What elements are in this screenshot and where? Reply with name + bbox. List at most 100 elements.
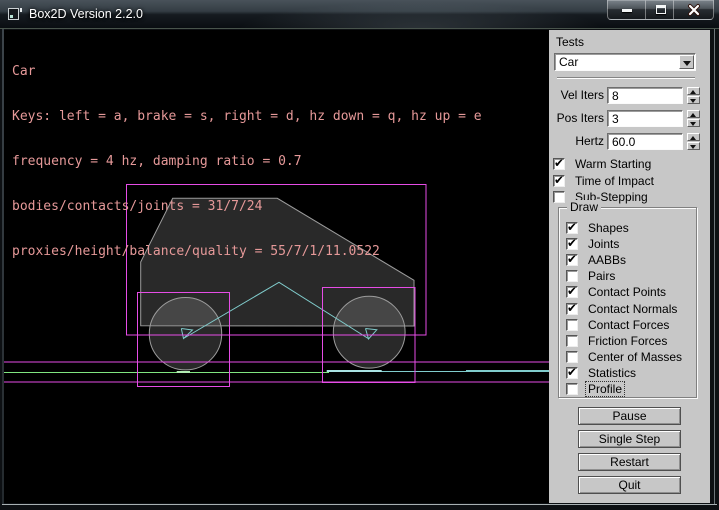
arrow-up-icon bbox=[690, 90, 696, 94]
draw-group: Draw Shapes Joints AABBs Pairs Contact P… bbox=[558, 207, 697, 398]
checkbox-label: Contact Forces bbox=[586, 318, 671, 332]
spinner-down-button[interactable] bbox=[687, 119, 700, 127]
vel-iters-label: Vel Iters bbox=[549, 88, 604, 102]
checkbox-label: Contact Points bbox=[586, 285, 668, 299]
checkbox-time-of-impact[interactable]: Time of Impact bbox=[553, 174, 656, 188]
checkbox-icon[interactable] bbox=[566, 383, 578, 395]
checkbox-center-of-masses[interactable]: Center of Masses bbox=[566, 349, 694, 365]
checkbox-joints[interactable]: Joints bbox=[566, 236, 694, 252]
hud-keys: Keys: left = a, brake = s, right = d, hz… bbox=[12, 109, 482, 124]
maximize-button[interactable] bbox=[645, 0, 674, 20]
checkbox-label: Shapes bbox=[586, 221, 631, 235]
checkbox-icon[interactable] bbox=[566, 254, 578, 266]
checkbox-label: Contact Normals bbox=[586, 302, 679, 316]
close-icon bbox=[687, 3, 701, 17]
checkbox-icon[interactable] bbox=[566, 238, 578, 250]
checkbox-statistics[interactable]: Statistics bbox=[566, 365, 694, 381]
simulation-canvas[interactable]: Car Keys: left = a, brake = s, right = d… bbox=[4, 30, 549, 503]
pos-iters-spinner bbox=[687, 110, 700, 127]
quit-button[interactable]: Quit bbox=[578, 476, 681, 494]
window-title: Box2D Version 2.2.0 bbox=[29, 0, 143, 29]
checkbox-contact-forces[interactable]: Contact Forces bbox=[566, 317, 694, 333]
checkbox-label: Friction Forces bbox=[586, 334, 669, 348]
control-panel: Tests Car Vel Iters 8 Pos Iters 3 Hertz … bbox=[549, 30, 710, 503]
arrow-down-icon bbox=[690, 99, 696, 103]
checkbox-icon[interactable] bbox=[553, 158, 565, 170]
hud-body-stats: bodies/contacts/joints = 31/7/24 bbox=[12, 199, 482, 214]
arrow-down-icon bbox=[690, 122, 696, 126]
checkbox-icon[interactable] bbox=[566, 351, 578, 363]
vel-iters-field[interactable]: 8 bbox=[607, 87, 683, 104]
pause-button[interactable]: Pause bbox=[578, 407, 681, 425]
single-step-button[interactable]: Single Step bbox=[578, 430, 681, 448]
hud-test-name: Car bbox=[12, 64, 482, 79]
arrow-up-icon bbox=[690, 136, 696, 140]
checkbox-icon[interactable] bbox=[566, 335, 578, 347]
spinner-up-button[interactable] bbox=[687, 87, 700, 95]
rear-wheel bbox=[149, 298, 221, 370]
front-wheel bbox=[333, 296, 405, 368]
maximize-icon bbox=[656, 5, 666, 14]
minimize-icon bbox=[622, 9, 632, 12]
vel-iters-value: 8 bbox=[612, 89, 619, 103]
checkbox-label: AABBs bbox=[586, 253, 628, 267]
checkbox-label: Time of Impact bbox=[573, 174, 656, 188]
arrow-down-icon bbox=[690, 145, 696, 149]
hertz-field[interactable]: 60.0 bbox=[607, 133, 683, 150]
checkbox-label: Joints bbox=[586, 237, 621, 251]
app-icon bbox=[8, 6, 24, 22]
hertz-spinner bbox=[687, 133, 700, 150]
hud-frequency: frequency = 4 hz, damping ratio = 0.7 bbox=[12, 154, 482, 169]
checkbox-icon[interactable] bbox=[553, 191, 565, 203]
hud-proxy-stats: proxies/height/balance/quality = 55/7/1/… bbox=[12, 244, 482, 259]
chevron-down-icon bbox=[683, 61, 691, 66]
checkbox-profile[interactable]: Profile bbox=[566, 381, 694, 397]
app-window: Box2D Version 2.2.0 bbox=[0, 0, 719, 510]
checkbox-icon[interactable] bbox=[566, 270, 578, 282]
checkbox-icon[interactable] bbox=[566, 319, 578, 331]
close-button[interactable] bbox=[674, 0, 714, 20]
spinner-down-button[interactable] bbox=[687, 96, 700, 104]
spinner-up-button[interactable] bbox=[687, 110, 700, 118]
draw-group-title: Draw bbox=[567, 200, 601, 214]
pos-iters-value: 3 bbox=[612, 112, 619, 126]
spinner-down-button[interactable] bbox=[687, 142, 700, 150]
minimize-button[interactable] bbox=[607, 0, 645, 20]
checkbox-shapes[interactable]: Shapes bbox=[566, 220, 694, 236]
checkbox-warm-starting[interactable]: Warm Starting bbox=[553, 157, 653, 171]
checkbox-icon[interactable] bbox=[566, 367, 578, 379]
app-icon-frame bbox=[8, 8, 19, 20]
checkbox-contact-normals[interactable]: Contact Normals bbox=[566, 300, 694, 316]
checkbox-contact-points[interactable]: Contact Points bbox=[566, 284, 694, 300]
draw-options: Shapes Joints AABBs Pairs Contact Points… bbox=[566, 220, 694, 397]
tests-dropdown[interactable]: Car bbox=[554, 53, 696, 71]
tests-dropdown-value: Car bbox=[559, 55, 578, 70]
checkbox-icon[interactable] bbox=[566, 303, 578, 315]
checkbox-label: Pairs bbox=[586, 269, 617, 283]
checkbox-label: Center of Masses bbox=[586, 350, 684, 364]
vel-iters-spinner bbox=[687, 87, 700, 104]
window-border-right bbox=[714, 29, 715, 505]
checkbox-aabbs[interactable]: AABBs bbox=[566, 252, 694, 268]
restart-button[interactable]: Restart bbox=[578, 453, 681, 471]
tests-dropdown-button[interactable] bbox=[679, 55, 694, 69]
window-border-bottom bbox=[2, 504, 717, 505]
arrow-up-icon bbox=[690, 113, 696, 117]
titlebar[interactable]: Box2D Version 2.2.0 bbox=[0, 0, 719, 29]
checkbox-pairs[interactable]: Pairs bbox=[566, 268, 694, 284]
caption-buttons bbox=[607, 0, 714, 20]
checkbox-label: Statistics bbox=[586, 366, 638, 380]
hertz-label: Hertz bbox=[549, 134, 604, 148]
spinner-up-button[interactable] bbox=[687, 133, 700, 141]
tests-label: Tests bbox=[556, 35, 584, 49]
app-icon-dot bbox=[10, 15, 13, 18]
hertz-value: 60.0 bbox=[612, 135, 635, 149]
checkbox-friction-forces[interactable]: Friction Forces bbox=[566, 333, 694, 349]
checkbox-icon[interactable] bbox=[566, 286, 578, 298]
checkbox-icon[interactable] bbox=[566, 222, 578, 234]
debug-hud: Car Keys: left = a, brake = s, right = d… bbox=[12, 34, 482, 289]
pos-iters-field[interactable]: 3 bbox=[607, 110, 683, 127]
checkbox-icon[interactable] bbox=[553, 175, 565, 187]
checkbox-label: Profile bbox=[586, 382, 624, 396]
checkbox-label: Warm Starting bbox=[573, 157, 653, 171]
